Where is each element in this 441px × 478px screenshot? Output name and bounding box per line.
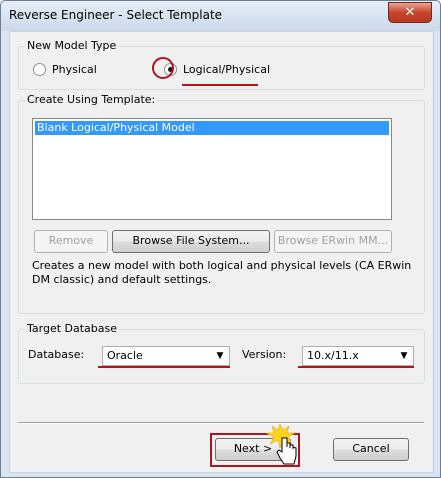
version-value: 10.x/11.x	[307, 349, 359, 362]
list-item[interactable]: Blank Logical/Physical Model	[35, 121, 389, 135]
red-circle-annotation	[152, 57, 174, 79]
dropdown-arrow-icon[interactable]: ▼	[213, 349, 227, 363]
template-description: Creates a new model with both logical an…	[32, 259, 412, 286]
footer-separator	[18, 422, 424, 424]
browse-file-system-button[interactable]: Browse File System...	[112, 230, 270, 253]
title-bar[interactable]: Reverse Engineer - Select Template ✕	[1, 1, 440, 31]
red-underline-annotation	[182, 84, 258, 86]
radio-circle-icon	[33, 63, 46, 76]
radio-logical-physical-label: Logical/Physical	[183, 63, 271, 76]
database-label: Database:	[28, 348, 85, 361]
close-button[interactable]: ✕	[388, 2, 432, 23]
radio-physical[interactable]: Physical	[33, 63, 97, 76]
dialog-window: Reverse Engineer - Select Template ✕ New…	[0, 0, 441, 478]
dialog-client-area: New Model Type Physical Logical/Physical…	[9, 31, 434, 473]
red-underline-annotation	[298, 366, 414, 368]
dropdown-arrow-icon[interactable]: ▼	[397, 349, 411, 363]
version-combo[interactable]: 10.x/11.x ▼	[302, 346, 414, 366]
database-value: Oracle	[107, 349, 143, 362]
browse-erwin-mm-button[interactable]: Browse ERwin MM...	[274, 230, 392, 253]
radio-logical-physical[interactable]: Logical/Physical	[164, 63, 270, 76]
version-label: Version:	[242, 348, 287, 361]
template-listbox[interactable]: Blank Logical/Physical Model	[32, 118, 392, 220]
radio-physical-label: Physical	[52, 63, 97, 76]
window-title: Reverse Engineer - Select Template	[9, 8, 223, 22]
hand-cursor-icon	[266, 423, 297, 465]
model-type-group-label: New Model Type	[25, 39, 119, 52]
red-underline-annotation	[98, 366, 230, 368]
cancel-button[interactable]: Cancel	[333, 438, 409, 461]
database-combo[interactable]: Oracle ▼	[102, 346, 230, 366]
template-group-label: Create Using Template:	[25, 93, 158, 106]
target-database-group-label: Target Database	[25, 322, 120, 335]
remove-button[interactable]: Remove	[34, 230, 108, 253]
